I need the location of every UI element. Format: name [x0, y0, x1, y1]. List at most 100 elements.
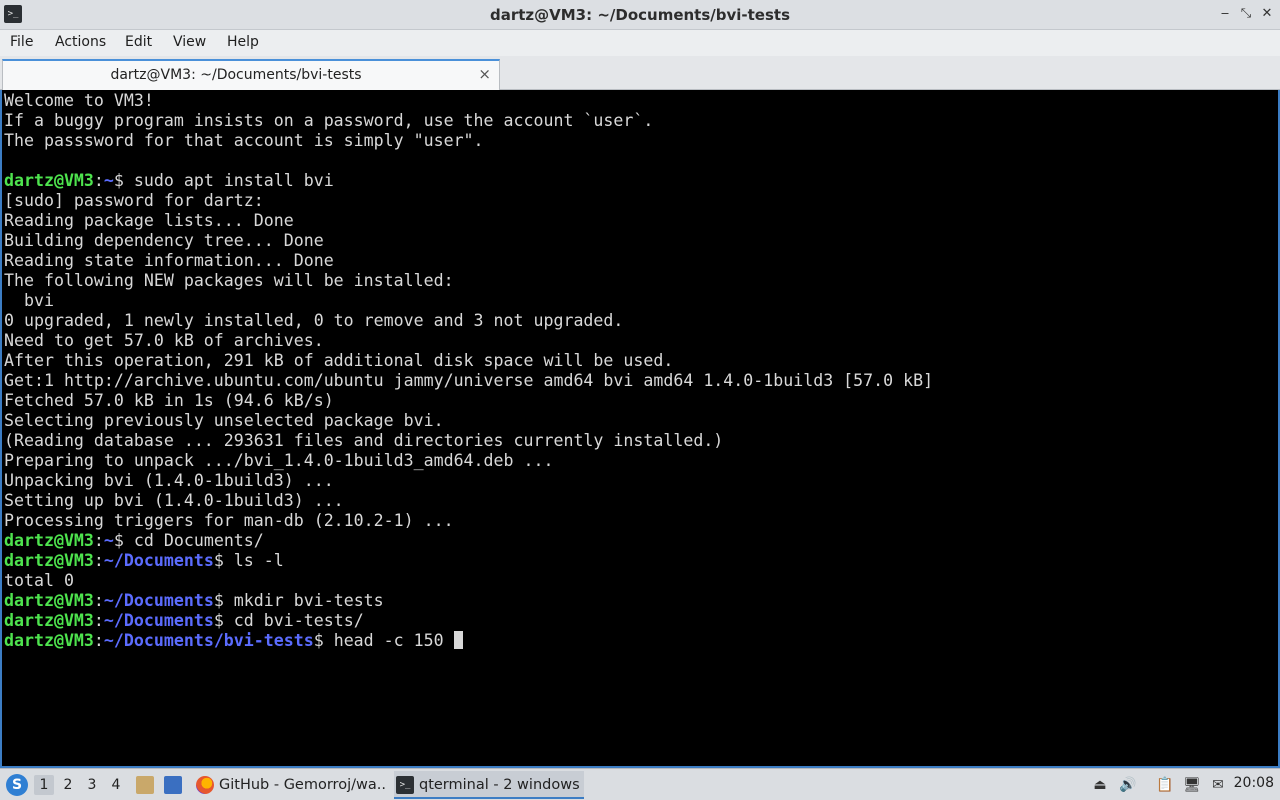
output-text: Selecting previously unselected package … [4, 411, 444, 430]
terminal-line: dartz@VM3:~/Documents$ mkdir bvi-tests [4, 591, 933, 611]
terminal-line: dartz@VM3:~/Documents/bvi-tests$ head -c… [4, 631, 933, 651]
prompt-user: dartz@VM3 [4, 631, 94, 650]
prompt-separator: : [93, 631, 104, 650]
prompt-path: ~/Documents/bvi-tests [103, 631, 314, 650]
tab-terminal[interactable]: dartz@VM3: ~/Documents/bvi-tests × [2, 59, 500, 90]
output-text: Reading state information... Done [4, 251, 334, 270]
terminal-line: dartz@VM3:~$ sudo apt install bvi [4, 171, 933, 191]
volume-icon[interactable]: 🔊 [1119, 776, 1137, 794]
output-text: Setting up bvi (1.4.0-1build3) ... [4, 491, 344, 510]
terminal-line: Processing triggers for man-db (2.10.2-1… [4, 511, 933, 531]
terminal-line: dartz@VM3:~$ cd Documents/ [4, 531, 933, 551]
command-text: $ ls -l [213, 551, 284, 570]
terminal-line: The passsword for that account is simply… [4, 131, 933, 151]
update-notifier-icon[interactable]: ✉ [1209, 776, 1227, 794]
output-text: Building dependency tree... Done [4, 231, 324, 250]
output-text: Unpacking bvi (1.4.0-1build3) ... [4, 471, 334, 490]
clock: 20:08 [1233, 775, 1274, 791]
output-text: The following NEW packages will be insta… [4, 271, 454, 290]
prompt-separator: : [93, 531, 104, 550]
workspace-4[interactable]: 4 [106, 775, 126, 795]
terminal-icon: >_ [396, 776, 414, 794]
menu-file[interactable]: File [10, 34, 33, 50]
menu-actions[interactable]: Actions [55, 34, 106, 50]
close-icon[interactable]: ✕ [1258, 5, 1276, 23]
terminal-line: After this operation, 291 kB of addition… [4, 351, 933, 371]
terminal-line: [sudo] password for dartz: [4, 191, 933, 211]
maximize-icon[interactable]: ⤡ [1237, 5, 1255, 23]
prompt-path: ~/Documents [103, 591, 214, 610]
prompt-path: ~/Documents [103, 551, 214, 570]
command-text: $ cd bvi-tests/ [213, 611, 364, 630]
output-text: 0 upgraded, 1 newly installed, 0 to remo… [4, 311, 624, 330]
menu-bar: File Actions Edit View Help [0, 30, 1280, 56]
prompt-user: dartz@VM3 [4, 591, 94, 610]
terminal-line: dartz@VM3:~/Documents$ ls -l [4, 551, 933, 571]
menu-view[interactable]: View [173, 34, 206, 50]
terminal-line: Fetched 57.0 kB in 1s (94.6 kB/s) [4, 391, 933, 411]
terminal-line: The following NEW packages will be insta… [4, 271, 933, 291]
prompt-user: dartz@VM3 [4, 171, 94, 190]
terminal-line: Reading package lists... Done [4, 211, 933, 231]
taskbar: S 1 2 3 4 GitHub - Gemorroj/wa... >_ qte… [0, 768, 1280, 800]
task-firefox[interactable]: GitHub - Gemorroj/wa... [196, 771, 386, 799]
output-text: total 0 [4, 571, 74, 590]
storage-icon[interactable]: ⏏ [1091, 776, 1109, 794]
prompt-path: ~ [103, 531, 114, 550]
prompt-user: dartz@VM3 [4, 551, 94, 570]
window-titlebar[interactable]: >_ dartz@VM3: ~/Documents/bvi-tests ‒ ⤡ … [0, 0, 1280, 30]
terminal-line: If a buggy program insists on a password… [4, 111, 933, 131]
terminal-view[interactable]: Welcome to VM3! If a buggy program insist… [0, 90, 1280, 768]
terminal-line: Setting up bvi (1.4.0-1build3) ... [4, 491, 933, 511]
workspace-2[interactable]: 2 [58, 775, 78, 795]
menu-edit[interactable]: Edit [125, 34, 152, 50]
task-qterminal[interactable]: >_ qterminal - 2 windows [394, 771, 584, 799]
output-text: Need to get 57.0 kB of archives. [4, 331, 324, 350]
lxqt-menu-icon[interactable]: S [6, 774, 28, 796]
command-text: $ cd Documents/ [113, 531, 264, 550]
minimize-icon[interactable]: ‒ [1216, 5, 1234, 23]
prompt-separator: : [93, 551, 104, 570]
task-label: qterminal - 2 windows [419, 777, 580, 793]
clipboard-icon[interactable]: 📋 [1156, 776, 1174, 794]
output-text: Welcome to VM3! [4, 91, 154, 110]
terminal-line: total 0 [4, 571, 933, 591]
menu-help[interactable]: Help [227, 34, 259, 50]
command-text: $ mkdir bvi-tests [213, 591, 384, 610]
workspace-3[interactable]: 3 [82, 775, 102, 795]
terminal-output: Welcome to VM3! If a buggy program insist… [4, 91, 933, 651]
prompt-path: ~/Documents [103, 611, 214, 630]
show-desktop-icon[interactable] [164, 776, 182, 794]
output-text: After this operation, 291 kB of addition… [4, 351, 674, 370]
output-text: The passsword for that account is simply… [4, 131, 484, 150]
prompt-separator: : [93, 591, 104, 610]
terminal-line: Get:1 http://archive.ubuntu.com/ubuntu j… [4, 371, 933, 391]
terminal-line: Preparing to unpack .../bvi_1.4.0-1build… [4, 451, 933, 471]
terminal-line: 0 upgraded, 1 newly installed, 0 to remo… [4, 311, 933, 331]
output-text: Preparing to unpack .../bvi_1.4.0-1build… [4, 451, 554, 470]
prompt-separator: : [93, 171, 104, 190]
terminal-line: bvi [4, 291, 933, 311]
window-title: dartz@VM3: ~/Documents/bvi-tests [489, 6, 791, 24]
output-text: Get:1 http://archive.ubuntu.com/ubuntu j… [4, 371, 934, 390]
terminal-line: Unpacking bvi (1.4.0-1build3) ... [4, 471, 933, 491]
terminal-line: Reading state information... Done [4, 251, 933, 271]
output-text: Reading package lists... Done [4, 211, 294, 230]
prompt-user: dartz@VM3 [4, 531, 94, 550]
terminal-line: Selecting previously unselected package … [4, 411, 933, 431]
file-manager-icon[interactable] [136, 776, 154, 794]
task-label: GitHub - Gemorroj/wa... [219, 777, 386, 793]
workspace-1[interactable]: 1 [34, 775, 54, 795]
tab-bar: dartz@VM3: ~/Documents/bvi-tests × [0, 56, 1280, 90]
firefox-icon [196, 776, 214, 794]
prompt-user: dartz@VM3 [4, 611, 94, 630]
terminal-line: dartz@VM3:~/Documents$ cd bvi-tests/ [4, 611, 933, 631]
network-icon[interactable]: 🖥 [1183, 776, 1201, 794]
output-text: If a buggy program insists on a password… [4, 111, 654, 130]
tab-close-icon[interactable]: × [478, 65, 491, 83]
output-text: (Reading database ... 293631 files and d… [4, 431, 724, 450]
terminal-line: Need to get 57.0 kB of archives. [4, 331, 933, 351]
output-text: [sudo] password for dartz: [4, 191, 264, 210]
output-text: bvi [4, 291, 54, 310]
